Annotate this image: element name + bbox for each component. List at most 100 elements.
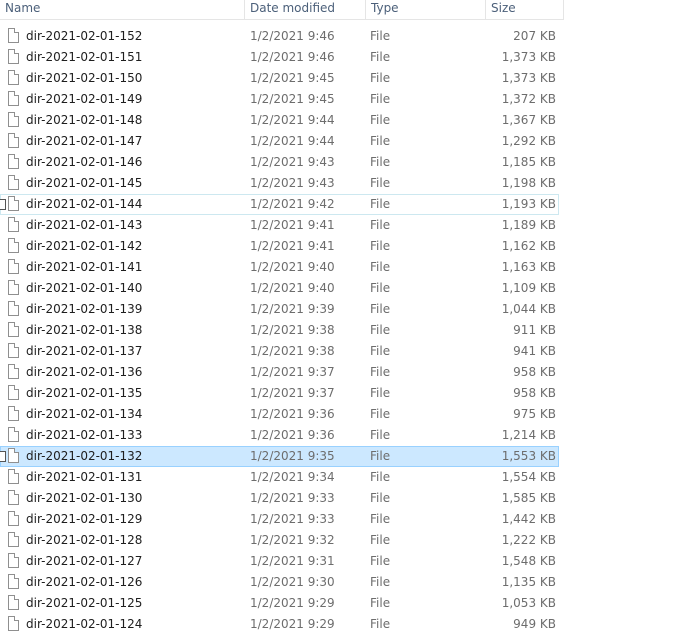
file-name: dir-2021-02-01-143 (26, 218, 143, 232)
file-size: 207 KB (513, 29, 556, 43)
file-name: dir-2021-02-01-140 (26, 281, 143, 295)
file-row[interactable]: dir-2021-02-01-142 1/2/2021 9:41 File 1,162… (0, 236, 685, 257)
file-icon (8, 385, 19, 400)
file-icon (8, 322, 19, 337)
file-name: dir-2021-02-01-130 (26, 491, 143, 505)
file-date-modified: 1/2/2021 9:43 (250, 176, 335, 190)
file-date-modified: 1/2/2021 9:32 (250, 533, 335, 547)
file-type: File (370, 407, 391, 421)
column-header-bar: Name Date modified Type Size (0, 0, 564, 20)
file-name: dir-2021-02-01-150 (26, 71, 143, 85)
file-type: File (370, 239, 391, 253)
file-row[interactable]: dir-2021-02-01-135 1/2/2021 9:37 File 958 K… (0, 383, 685, 404)
file-date-modified: 1/2/2021 9:41 (250, 218, 335, 232)
file-icon (8, 448, 19, 463)
file-date-modified: 1/2/2021 9:38 (250, 344, 335, 358)
file-date-modified: 1/2/2021 9:46 (250, 50, 335, 64)
file-icon (8, 238, 19, 253)
file-icon (8, 49, 19, 64)
file-icon (8, 154, 19, 169)
file-type: File (370, 218, 391, 232)
file-size: 949 KB (513, 617, 556, 631)
file-icon (8, 28, 19, 43)
file-icon (8, 70, 19, 85)
file-row[interactable]: dir-2021-02-01-136 1/2/2021 9:37 File 958 K… (0, 362, 685, 383)
file-size: 1,214 KB (501, 428, 556, 442)
file-type: File (370, 92, 391, 106)
file-name: dir-2021-02-01-126 (26, 575, 143, 589)
file-row[interactable]: dir-2021-02-01-148 1/2/2021 9:44 File 1,367… (0, 110, 685, 131)
file-row[interactable]: dir-2021-02-01-139 1/2/2021 9:39 File 1,044… (0, 299, 685, 320)
file-type: File (370, 470, 391, 484)
file-size: 1,162 KB (501, 239, 556, 253)
column-header-size[interactable]: Size (485, 0, 564, 19)
file-type: File (370, 302, 391, 316)
file-icon (8, 301, 19, 316)
file-name: dir-2021-02-01-137 (26, 344, 143, 358)
file-row[interactable]: dir-2021-02-01-141 1/2/2021 9:40 File 1,163… (0, 257, 685, 278)
file-name: dir-2021-02-01-146 (26, 155, 143, 169)
file-icon (8, 406, 19, 421)
file-type: File (370, 29, 391, 43)
file-name: dir-2021-02-01-136 (26, 365, 143, 379)
file-row[interactable]: dir-2021-02-01-134 1/2/2021 9:36 File 975 K… (0, 404, 685, 425)
file-row[interactable]: dir-2021-02-01-128 1/2/2021 9:32 File 1,222… (0, 530, 685, 551)
file-name: dir-2021-02-01-134 (26, 407, 143, 421)
file-type: File (370, 260, 391, 274)
column-header-date-modified[interactable]: Date modified (244, 0, 365, 19)
file-row[interactable]: dir-2021-02-01-125 1/2/2021 9:29 File 1,053… (0, 593, 685, 614)
file-size: 941 KB (513, 344, 556, 358)
file-row[interactable]: dir-2021-02-01-152 1/2/2021 9:46 File 207 K… (0, 26, 685, 47)
file-name: dir-2021-02-01-138 (26, 323, 143, 337)
file-date-modified: 1/2/2021 9:45 (250, 71, 335, 85)
file-size: 1,548 KB (501, 554, 556, 568)
file-row[interactable]: dir-2021-02-01-146 1/2/2021 9:43 File 1,185… (0, 152, 685, 173)
file-row[interactable]: dir-2021-02-01-124 1/2/2021 9:29 File 949 K… (0, 614, 685, 635)
file-row[interactable]: dir-2021-02-01-147 1/2/2021 9:44 File 1,292… (0, 131, 685, 152)
file-type: File (370, 491, 391, 505)
file-size: 911 KB (513, 323, 556, 337)
file-type: File (370, 449, 391, 463)
file-row[interactable]: dir-2021-02-01-145 1/2/2021 9:43 File 1,198… (0, 173, 685, 194)
file-icon (8, 91, 19, 106)
file-row[interactable]: dir-2021-02-01-138 1/2/2021 9:38 File 911 K… (0, 320, 685, 341)
file-row[interactable]: dir-2021-02-01-132 1/2/2021 9:35 File 1,553… (0, 446, 685, 467)
file-date-modified: 1/2/2021 9:40 (250, 281, 335, 295)
file-row[interactable]: dir-2021-02-01-130 1/2/2021 9:33 File 1,585… (0, 488, 685, 509)
column-header-name[interactable]: Name (0, 0, 244, 19)
file-date-modified: 1/2/2021 9:33 (250, 512, 335, 526)
file-date-modified: 1/2/2021 9:35 (250, 449, 335, 463)
file-name: dir-2021-02-01-135 (26, 386, 143, 400)
column-header-type[interactable]: Type (365, 0, 485, 19)
file-date-modified: 1/2/2021 9:37 (250, 386, 335, 400)
file-icon (8, 259, 19, 274)
file-name: dir-2021-02-01-125 (26, 596, 143, 610)
file-row[interactable]: dir-2021-02-01-137 1/2/2021 9:38 File 941 K… (0, 341, 685, 362)
file-row[interactable]: dir-2021-02-01-131 1/2/2021 9:34 File 1,554… (0, 467, 685, 488)
file-row[interactable]: dir-2021-02-01-140 1/2/2021 9:40 File 1,109… (0, 278, 685, 299)
file-row[interactable]: dir-2021-02-01-129 1/2/2021 9:33 File 1,442… (0, 509, 685, 530)
file-type: File (370, 617, 391, 631)
file-icon (8, 112, 19, 127)
row-checkbox[interactable] (0, 199, 6, 210)
file-row[interactable]: dir-2021-02-01-143 1/2/2021 9:41 File 1,189… (0, 215, 685, 236)
file-row[interactable]: dir-2021-02-01-151 1/2/2021 9:46 File 1,373… (0, 47, 685, 68)
file-row[interactable]: dir-2021-02-01-126 1/2/2021 9:30 File 1,135… (0, 572, 685, 593)
file-size: 1,053 KB (501, 596, 556, 610)
file-type: File (370, 113, 391, 127)
file-name: dir-2021-02-01-144 (26, 197, 143, 211)
file-size: 1,292 KB (501, 134, 556, 148)
file-size: 1,044 KB (501, 302, 556, 316)
row-checkbox[interactable] (0, 451, 6, 462)
file-size: 1,373 KB (501, 50, 556, 64)
file-row[interactable]: dir-2021-02-01-149 1/2/2021 9:45 File 1,372… (0, 89, 685, 110)
file-row[interactable]: dir-2021-02-01-144 1/2/2021 9:42 File 1,193… (0, 194, 685, 215)
file-row[interactable]: dir-2021-02-01-133 1/2/2021 9:36 File 1,214… (0, 425, 685, 446)
file-size: 1,189 KB (501, 218, 556, 232)
file-icon (8, 532, 19, 547)
file-size: 1,198 KB (501, 176, 556, 190)
file-row[interactable]: dir-2021-02-01-150 1/2/2021 9:45 File 1,373… (0, 68, 685, 89)
file-row[interactable]: dir-2021-02-01-127 1/2/2021 9:31 File 1,548… (0, 551, 685, 572)
file-name: dir-2021-02-01-149 (26, 92, 143, 106)
file-name: dir-2021-02-01-152 (26, 29, 143, 43)
